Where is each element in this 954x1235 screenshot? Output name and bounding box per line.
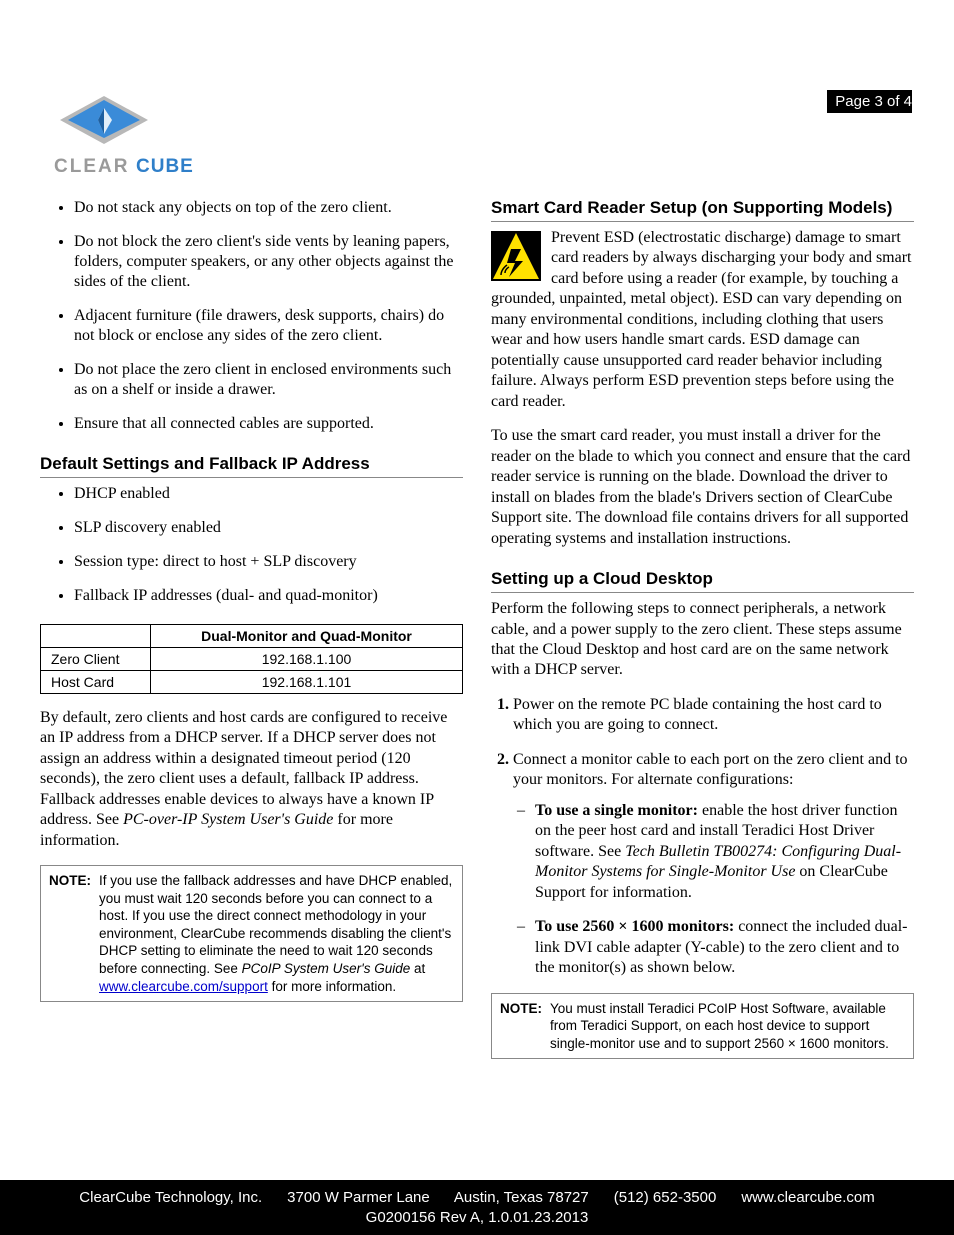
note-body: If you use the fallback addresses and ha…	[99, 872, 454, 995]
list-item: Fallback IP addresses (dual- and quad-mo…	[74, 586, 463, 606]
footer-line-1: ClearCube Technology, Inc. 3700 W Parmer…	[0, 1188, 954, 1208]
table-row: Host Card 192.168.1.101	[41, 671, 463, 694]
document-page: Page 3 of 4 CLEAR CUBE Do not stack any …	[0, 0, 954, 1186]
list-item: DHCP enabled	[74, 484, 463, 504]
support-link[interactable]: www.clearcube.com/support	[99, 979, 268, 994]
page-number: Page 3 of 4	[827, 90, 912, 113]
svg-text:CUBE: CUBE	[136, 156, 194, 177]
sub-step-lead: To use a single monitor:	[535, 802, 698, 819]
sub-step-lead: To use 2560 × 1600 monitors:	[535, 918, 734, 935]
table-cell: 192.168.1.101	[151, 671, 463, 694]
note-label: NOTE:	[500, 1000, 542, 1053]
sub-step-item: To use a single monitor: enable the host…	[535, 801, 914, 903]
sub-steps: To use a single monitor: enable the host…	[513, 801, 914, 979]
step-item: Power on the remote PC blade containing …	[513, 695, 914, 736]
list-item: Session type: direct to host + SLP disco…	[74, 552, 463, 572]
list-item: Do not block the zero client's side vent…	[74, 232, 463, 292]
clearcube-logo: CLEAR CUBE	[54, 94, 224, 184]
right-column: Smart Card Reader Setup (on Supporting M…	[491, 198, 914, 1059]
list-item: Ensure that all connected cables are sup…	[74, 414, 463, 434]
step-item: Connect a monitor cable to each port on …	[513, 750, 914, 979]
list-item: Adjacent furniture (file drawers, desk s…	[74, 306, 463, 346]
table-cell: Zero Client	[41, 648, 151, 671]
note-label: NOTE:	[49, 872, 91, 995]
section-heading-smartcard: Smart Card Reader Setup (on Supporting M…	[491, 198, 914, 222]
placement-bullets: Do not stack any objects on top of the z…	[40, 198, 463, 434]
list-item: Do not stack any objects on top of the z…	[74, 198, 463, 218]
page-footer: ClearCube Technology, Inc. 3700 W Parmer…	[0, 1180, 954, 1235]
content-columns: Do not stack any objects on top of the z…	[40, 198, 914, 1059]
doc-reference: PCoIP System User's Guide	[242, 961, 411, 976]
section-heading-cloud: Setting up a Cloud Desktop	[491, 569, 914, 593]
driver-paragraph: To use the smart card reader, you must i…	[491, 426, 914, 549]
text: for more information.	[268, 979, 396, 994]
note-box: NOTE: You must install Teradici PCoIP Ho…	[491, 993, 914, 1060]
footer-line-2: G0200156 Rev A, 1.0.01.23.2013	[0, 1208, 954, 1228]
text: at	[410, 961, 425, 976]
fallback-ip-table: Dual-Monitor and Quad-Monitor Zero Clien…	[40, 624, 463, 694]
list-item: Do not place the zero client in enclosed…	[74, 360, 463, 400]
cloud-paragraph: Perform the following steps to connect p…	[491, 599, 914, 681]
table-cell: 192.168.1.100	[151, 648, 463, 671]
table-cell: Host Card	[41, 671, 151, 694]
section-heading-defaults: Default Settings and Fallback IP Address	[40, 454, 463, 478]
defaults-paragraph: By default, zero clients and host cards …	[40, 708, 463, 851]
left-column: Do not stack any objects on top of the z…	[40, 198, 463, 1059]
doc-reference: PC-over-IP System User's Guide	[123, 811, 333, 828]
table-header: Dual-Monitor and Quad-Monitor	[151, 625, 463, 648]
note-box: NOTE: If you use the fallback addresses …	[40, 865, 463, 1002]
esd-warning-icon	[491, 231, 541, 281]
text: Connect a monitor cable to each port on …	[513, 751, 908, 788]
text: Prevent ESD (electrostatic discharge) da…	[491, 229, 911, 410]
sub-step-item: To use 2560 × 1600 monitors: connect the…	[535, 917, 914, 978]
note-body: You must install Teradici PCoIP Host Sof…	[550, 1000, 905, 1053]
setup-steps: Power on the remote PC blade containing …	[491, 695, 914, 979]
svg-text:CLEAR: CLEAR	[54, 156, 129, 177]
esd-paragraph: Prevent ESD (electrostatic discharge) da…	[491, 228, 914, 412]
list-item: SLP discovery enabled	[74, 518, 463, 538]
table-row: Zero Client 192.168.1.100	[41, 648, 463, 671]
defaults-bullets: DHCP enabled SLP discovery enabled Sessi…	[40, 484, 463, 606]
